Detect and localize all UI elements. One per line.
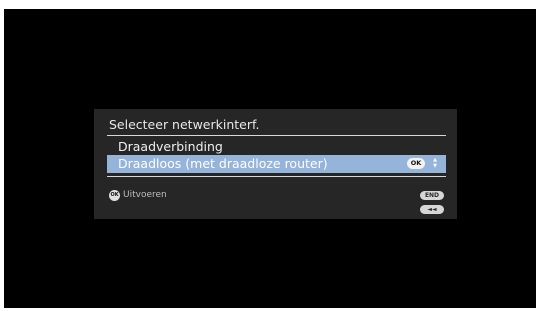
execute-label: Uitvoeren — [123, 190, 167, 200]
option-wireless-label: Draadloos (met draadloze router) — [118, 156, 328, 171]
ok-icon: OK — [407, 158, 425, 169]
option-wireless[interactable]: Draadloos (met draadloze router) OK ▲ ▼ — [107, 155, 446, 173]
tv-screen: Selecteer netwerkinterf. Draadverbinding… — [4, 9, 536, 308]
dialog-title: Selecteer netwerkinterf. — [109, 117, 260, 132]
down-arrow-icon: ▼ — [433, 163, 437, 169]
footer-divider — [107, 176, 446, 177]
network-interface-dialog: Selecteer netwerkinterf. Draadverbinding… — [94, 109, 457, 219]
up-down-arrows-icon: ▲ ▼ — [431, 157, 439, 171]
back-button[interactable]: ◄◄ — [420, 205, 444, 214]
option-wired-label: Draadverbinding — [118, 139, 223, 154]
ok-button-icon: OK — [109, 190, 120, 201]
title-divider — [107, 135, 446, 136]
end-button[interactable]: END — [420, 191, 444, 200]
option-wired[interactable]: Draadverbinding — [107, 138, 446, 156]
